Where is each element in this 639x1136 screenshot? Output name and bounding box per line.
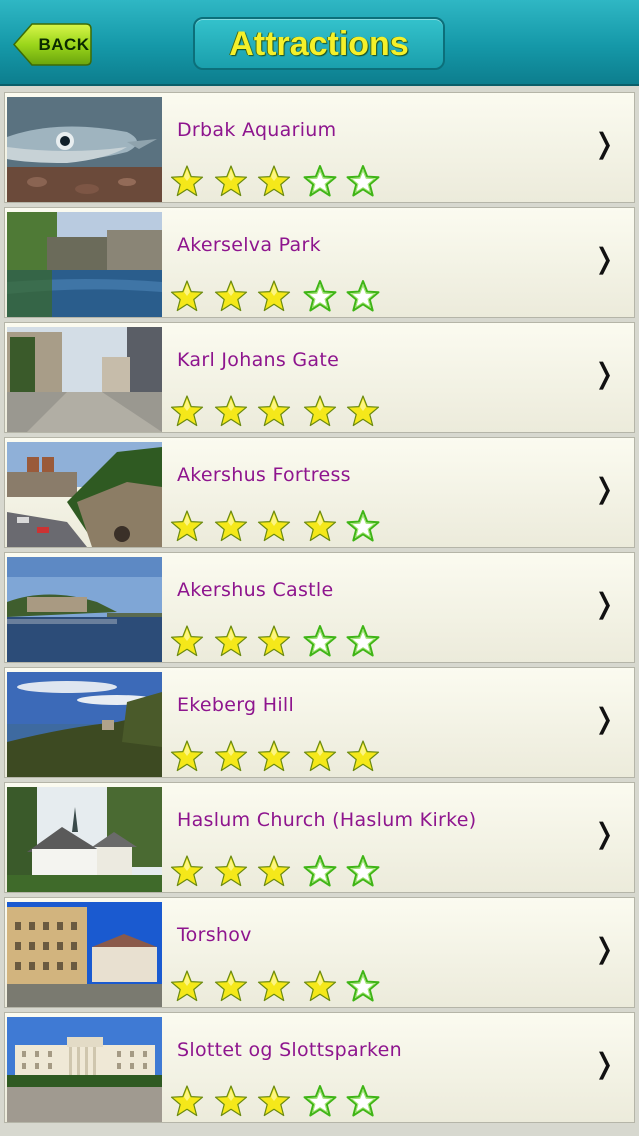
star-filled-icon	[170, 164, 204, 198]
star-filled-icon	[257, 509, 291, 543]
star-empty-icon	[346, 969, 380, 1003]
star-filled-icon	[346, 739, 380, 773]
attraction-name: Ekeberg Hill	[177, 694, 295, 716]
star-empty-icon	[303, 279, 337, 313]
star-filled-icon	[303, 509, 337, 543]
star-filled-icon	[257, 624, 291, 658]
attraction-row[interactable]: Akershus Castle ❭	[4, 552, 635, 663]
back-button[interactable]: BACK	[12, 22, 92, 67]
attractions-list: Drbak Aquarium ❭ Akerselva Park ❭ Karl Joh…	[4, 92, 635, 1127]
star-empty-icon	[346, 164, 380, 198]
star-filled-icon	[214, 969, 248, 1003]
star-filled-icon	[346, 394, 380, 428]
star-filled-icon	[257, 854, 291, 888]
star-empty-icon	[346, 1084, 380, 1118]
attraction-name: Slottet og Slottsparken	[177, 1039, 403, 1061]
star-empty-icon	[303, 1084, 337, 1118]
attraction-name: Akerselva Park	[177, 234, 321, 256]
star-filled-icon	[257, 1084, 291, 1118]
attraction-row[interactable]: Ekeberg Hill ❭	[4, 667, 635, 778]
star-filled-icon	[257, 164, 291, 198]
attraction-row[interactable]: Akershus Fortress ❭	[4, 437, 635, 548]
chevron-right-icon: ❭	[592, 472, 616, 505]
attraction-thumbnail	[7, 787, 162, 892]
navigation-bar: BACK Attractions	[0, 0, 639, 86]
star-filled-icon	[214, 624, 248, 658]
star-filled-icon	[257, 969, 291, 1003]
star-filled-icon	[170, 1084, 204, 1118]
star-filled-icon	[257, 739, 291, 773]
star-empty-icon	[346, 854, 380, 888]
attraction-row[interactable]: Karl Johans Gate ❭	[4, 322, 635, 433]
attraction-row[interactable]: Haslum Church (Haslum Kirke) ❭	[4, 782, 635, 893]
attraction-thumbnail	[7, 557, 162, 662]
attraction-row[interactable]: Drbak Aquarium ❭	[4, 92, 635, 203]
star-filled-icon	[303, 394, 337, 428]
attraction-name: Torshov	[177, 924, 252, 946]
star-filled-icon	[257, 394, 291, 428]
star-filled-icon	[170, 394, 204, 428]
chevron-right-icon: ❭	[592, 702, 616, 735]
attraction-name: Akershus Fortress	[177, 464, 351, 486]
star-filled-icon	[214, 279, 248, 313]
star-filled-icon	[214, 1084, 248, 1118]
attraction-thumbnail	[7, 672, 162, 777]
star-filled-icon	[214, 739, 248, 773]
star-filled-icon	[303, 739, 337, 773]
attraction-thumbnail	[7, 97, 162, 202]
chevron-right-icon: ❭	[592, 817, 616, 850]
attraction-name: Haslum Church (Haslum Kirke)	[177, 809, 477, 831]
attraction-thumbnail	[7, 902, 162, 1007]
attraction-row[interactable]: Torshov ❭	[4, 897, 635, 1008]
star-filled-icon	[170, 279, 204, 313]
chevron-right-icon: ❭	[592, 1047, 616, 1080]
star-filled-icon	[303, 969, 337, 1003]
attraction-thumbnail	[7, 212, 162, 317]
attraction-thumbnail	[7, 327, 162, 432]
chevron-right-icon: ❭	[592, 587, 616, 620]
star-filled-icon	[170, 624, 204, 658]
star-empty-icon	[303, 164, 337, 198]
star-filled-icon	[214, 394, 248, 428]
chevron-right-icon: ❭	[592, 127, 616, 160]
star-filled-icon	[257, 279, 291, 313]
star-empty-icon	[346, 279, 380, 313]
attraction-thumbnail	[7, 1017, 162, 1122]
star-filled-icon	[170, 854, 204, 888]
attraction-name: Akershus Castle	[177, 579, 334, 601]
page-title: Attractions	[229, 25, 409, 63]
title-box: Attractions	[193, 17, 445, 70]
star-filled-icon	[214, 164, 248, 198]
star-filled-icon	[170, 969, 204, 1003]
chevron-right-icon: ❭	[592, 932, 616, 965]
star-filled-icon	[214, 854, 248, 888]
star-empty-icon	[303, 624, 337, 658]
chevron-right-icon: ❭	[592, 357, 616, 390]
attraction-row[interactable]: Slottet og Slottsparken ❭	[4, 1012, 635, 1123]
star-filled-icon	[170, 509, 204, 543]
chevron-right-icon: ❭	[592, 242, 616, 275]
star-empty-icon	[303, 854, 337, 888]
attraction-name: Drbak Aquarium	[177, 119, 337, 141]
attraction-thumbnail	[7, 442, 162, 547]
star-filled-icon	[214, 509, 248, 543]
attraction-row[interactable]: Akerselva Park ❭	[4, 207, 635, 318]
attraction-name: Karl Johans Gate	[177, 349, 340, 371]
star-empty-icon	[346, 509, 380, 543]
star-empty-icon	[346, 624, 380, 658]
back-button-label: BACK	[38, 35, 90, 54]
star-filled-icon	[170, 739, 204, 773]
